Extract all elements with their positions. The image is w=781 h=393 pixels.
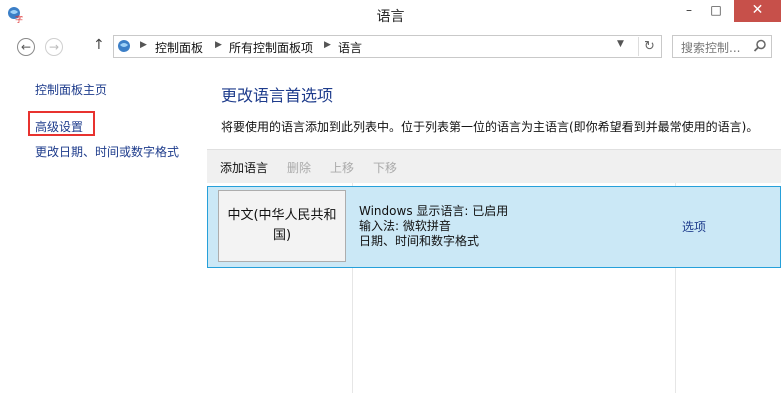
language-info: Windows 显示语言: 已启用 输入法: 微软拼音 日期、时间和数字格式 xyxy=(359,204,508,249)
refresh-icon[interactable]: ↻ xyxy=(638,37,660,56)
display-language-status: Windows 显示语言: 已启用 xyxy=(359,204,509,218)
title-bar: 字 语言 – □ ✕ xyxy=(0,0,781,30)
up-button[interactable]: ↑ xyxy=(93,37,105,53)
format-info: 日期、时间和数字格式 xyxy=(359,234,480,248)
breadcrumb-language[interactable]: 语言 xyxy=(338,39,362,56)
language-list: 中文(中华人民共和国) Windows 显示语言: 已启用 输入法: 微软拼音 … xyxy=(207,183,781,393)
back-button[interactable]: ← xyxy=(17,38,35,56)
breadcrumb-separator-icon[interactable]: ▶ xyxy=(215,40,222,50)
language-tile[interactable]: 中文(中华人民共和国) xyxy=(218,190,346,262)
breadcrumb-control-panel[interactable]: 控制面板 xyxy=(155,39,203,56)
window-title: 语言 xyxy=(376,9,405,25)
chevron-down-icon[interactable]: ▼ xyxy=(617,39,624,49)
navigation-bar: ← → ↑ ▶ 控制面板 ▶ 所有控制面板项 ▶ 语言 ▼ ↻ 搜索控制... xyxy=(0,30,781,64)
language-row[interactable]: 中文(中华人民共和国) Windows 显示语言: 已启用 输入法: 微软拼音 … xyxy=(207,186,781,268)
language-toolbar: 添加语言 删除 上移 下移 xyxy=(207,149,781,183)
forward-button[interactable]: → xyxy=(45,38,63,56)
close-button[interactable]: ✕ xyxy=(734,0,781,22)
page-description: 将要使用的语言添加到此列表中。位于列表第一位的语言为主语言(即你希望看到并最常使… xyxy=(221,120,759,134)
page-title: 更改语言首选项 xyxy=(221,86,334,105)
options-link[interactable]: 选项 xyxy=(682,218,706,235)
remove-button[interactable]: 删除 xyxy=(287,159,311,176)
move-down-button[interactable]: 下移 xyxy=(373,159,397,176)
highlight-box xyxy=(28,111,95,136)
search-placeholder: 搜索控制... xyxy=(681,41,741,55)
search-input[interactable]: 搜索控制... xyxy=(672,35,772,58)
search-icon[interactable] xyxy=(753,39,767,53)
add-language-button[interactable]: 添加语言 xyxy=(220,159,268,176)
input-method: 输入法: 微软拼音 xyxy=(359,219,451,233)
breadcrumb-separator-icon[interactable]: ▶ xyxy=(324,40,331,50)
maximize-button[interactable]: □ xyxy=(703,0,729,22)
breadcrumb-all-items[interactable]: 所有控制面板项 xyxy=(229,39,313,56)
sidebar-item-date-time-format[interactable]: 更改日期、时间或数字格式 xyxy=(35,143,179,160)
minimize-button[interactable]: – xyxy=(676,0,702,22)
control-panel-icon xyxy=(118,40,130,52)
sidebar-item-home[interactable]: 控制面板主页 xyxy=(35,81,107,98)
move-up-button[interactable]: 上移 xyxy=(330,159,354,176)
language-name: 中文(中华人民共和国) xyxy=(227,208,337,243)
breadcrumb-separator-icon[interactable]: ▶ xyxy=(140,40,147,50)
address-bar[interactable]: ▶ 控制面板 ▶ 所有控制面板项 ▶ 语言 ▼ ↻ xyxy=(113,35,662,58)
